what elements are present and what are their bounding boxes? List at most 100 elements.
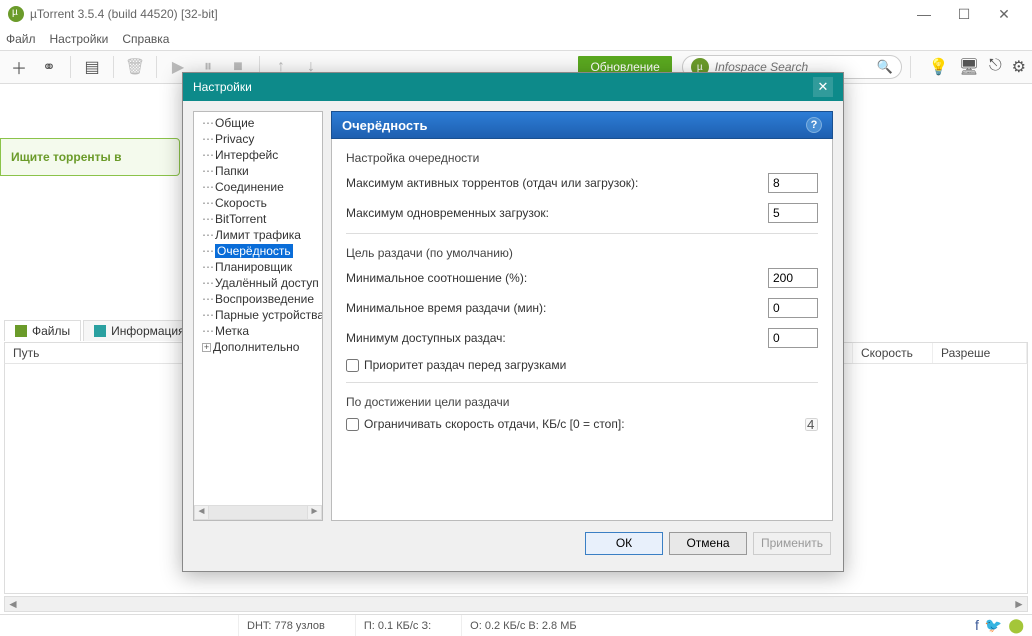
status-down: П: 0.1 КБ/с З: (355, 615, 431, 636)
group-goal-title: По достижении цели раздачи (346, 395, 818, 409)
tree-item-label: Общие (215, 116, 254, 130)
tab-files[interactable]: Файлы (4, 320, 81, 341)
preferences-icon[interactable]: ⚙ (1012, 57, 1026, 77)
menu-help[interactable]: Справка (122, 32, 169, 46)
max-active-input[interactable] (768, 173, 818, 193)
group-queue-title: Настройка очередности (346, 151, 818, 165)
status-dht: DHT: 778 узлов (238, 615, 325, 636)
tree-item-1[interactable]: ⋯Privacy (194, 131, 322, 147)
apply-button[interactable]: Применить (753, 532, 831, 555)
tree-item-label: Дополнительно (213, 340, 299, 354)
tab-info-label: Информация (111, 324, 184, 338)
tree-item-3[interactable]: ⋯Папки (194, 163, 322, 179)
tree-item-11[interactable]: ⋯Воспроизведение (194, 291, 322, 307)
tab-info[interactable]: Информация (83, 320, 195, 341)
tree-item-7[interactable]: ⋯Лимит трафика (194, 227, 322, 243)
facebook-icon[interactable]: f (975, 617, 979, 634)
tree-item-label: Privacy (215, 132, 254, 146)
tree-item-label: Соединение (215, 180, 284, 194)
share-icon[interactable]: ⎋ (989, 57, 1002, 77)
tree-item-label: Парные устройства (215, 308, 323, 322)
col-speed[interactable]: Скорость (853, 343, 933, 363)
scroll-right-icon[interactable]: ► (1011, 597, 1027, 611)
tree-item-10[interactable]: ⋯Удалённый доступ (194, 275, 322, 291)
lightbulb-icon[interactable]: 💡 (929, 57, 949, 77)
tree-item-2[interactable]: ⋯Интерфейс (194, 147, 322, 163)
tree-item-label: Лимит трафика (215, 228, 301, 242)
min-seedtime-label: Минимальное время раздачи (мин): (346, 301, 768, 315)
min-ratio-label: Минимальное соотношение (%): (346, 271, 768, 285)
android-icon[interactable]: ⬤ (1008, 617, 1024, 634)
files-icon (15, 325, 27, 337)
status-up: О: 0.2 КБ/с В: 2.8 МБ (461, 615, 576, 636)
tree-item-label: Папки (215, 164, 249, 178)
search-banner[interactable]: Ищите торренты в (0, 138, 180, 176)
tree-scroll-right-icon[interactable]: ► (307, 505, 322, 520)
tree-item-label: BitTorrent (215, 212, 266, 226)
window-title: µTorrent 3.5.4 (build 44520) [32-bit] (30, 7, 218, 21)
tree-item-label: Удалённый доступ (215, 276, 319, 290)
close-button[interactable]: ✕ (984, 0, 1024, 28)
help-icon[interactable]: ? (806, 117, 822, 133)
scroll-left-icon[interactable]: ◄ (5, 597, 21, 611)
dialog-buttons: ОК Отмена Применить (183, 531, 843, 563)
tree-item-6[interactable]: ⋯BitTorrent (194, 211, 322, 227)
min-avail-input[interactable] (768, 328, 818, 348)
cancel-button[interactable]: Отмена (669, 532, 747, 555)
max-downloads-input[interactable] (768, 203, 818, 223)
group-seed-title: Цель раздачи (по умолчанию) (346, 246, 818, 260)
status-bar: DHT: 778 узлов П: 0.1 КБ/с З: О: 0.2 КБ/… (0, 614, 1032, 636)
window-titlebar: µTorrent 3.5.4 (build 44520) [32-bit] — … (0, 0, 1032, 28)
tree-scroll-left-icon[interactable]: ◄ (194, 505, 209, 520)
info-icon (94, 325, 106, 337)
tree-item-label: Очерёдность (215, 244, 293, 258)
settings-tree[interactable]: ⋯Общие⋯Privacy⋯Интерфейс⋯Папки⋯Соединени… (193, 111, 323, 521)
tree-item-13[interactable]: ⋯Метка (194, 323, 322, 339)
col-resolve[interactable]: Разреше (933, 343, 1027, 363)
menu-settings[interactable]: Настройки (50, 32, 109, 46)
add-url-icon[interactable]: ⚭ (36, 54, 62, 80)
create-torrent-icon[interactable]: ▤ (79, 54, 105, 80)
tree-item-14[interactable]: +Дополнительно (194, 339, 322, 355)
seed-priority-checkbox[interactable] (346, 359, 359, 372)
tree-item-12[interactable]: ⋯Парные устройства (194, 307, 322, 323)
dialog-title: Настройки (193, 80, 252, 94)
ok-button[interactable]: ОК (585, 532, 663, 555)
tree-item-4[interactable]: ⋯Соединение (194, 179, 322, 195)
tree-scrollbar[interactable]: ◄► (194, 505, 322, 520)
menu-file[interactable]: Файл (6, 32, 36, 46)
min-ratio-input[interactable] (768, 268, 818, 288)
search-icon[interactable]: 🔍 (877, 59, 893, 75)
detail-tabs: Файлы Информация (4, 320, 196, 341)
tree-item-label: Скорость (215, 196, 267, 210)
min-seedtime-input[interactable] (768, 298, 818, 318)
menu-bar: Файл Настройки Справка (0, 28, 1032, 50)
dialog-close-icon[interactable]: ✕ (813, 77, 833, 97)
section-header: Очерёдность ? (331, 111, 833, 139)
seed-priority-label: Приоритет раздач перед загрузками (364, 358, 566, 372)
add-torrent-icon[interactable]: ＋ (6, 54, 32, 80)
limit-upload-label: Ограничивать скорость отдачи, КБ/с [0 = … (364, 417, 800, 431)
tree-item-label: Воспроизведение (215, 292, 314, 306)
section-title: Очерёдность (342, 118, 428, 133)
tree-item-label: Планировщик (215, 260, 292, 274)
limit-upload-checkbox[interactable] (346, 418, 359, 431)
delete-icon[interactable]: 🗑 (122, 54, 148, 80)
tree-item-label: Интерфейс (215, 148, 278, 162)
scroll-track[interactable] (21, 598, 1011, 610)
remote-icon[interactable]: 🖥 (959, 57, 979, 77)
app-icon (8, 6, 24, 22)
tree-item-0[interactable]: ⋯Общие (194, 115, 322, 131)
tree-item-9[interactable]: ⋯Планировщик (194, 259, 322, 275)
section-body: Настройка очередности Максимум активных … (331, 139, 833, 521)
tree-item-8[interactable]: ⋯Очерёдность (194, 243, 322, 259)
twitter-icon[interactable]: 🐦 (985, 617, 1002, 634)
horizontal-scrollbar[interactable]: ◄ ► (4, 596, 1028, 612)
tree-item-5[interactable]: ⋯Скорость (194, 195, 322, 211)
banner-text: Ищите торренты в (11, 150, 121, 164)
minimize-button[interactable]: — (904, 0, 944, 28)
limit-upload-input (805, 418, 818, 431)
maximize-button[interactable]: ☐ (944, 0, 984, 28)
tree-item-label: Метка (215, 324, 249, 338)
min-avail-label: Минимум доступных раздач: (346, 331, 768, 345)
